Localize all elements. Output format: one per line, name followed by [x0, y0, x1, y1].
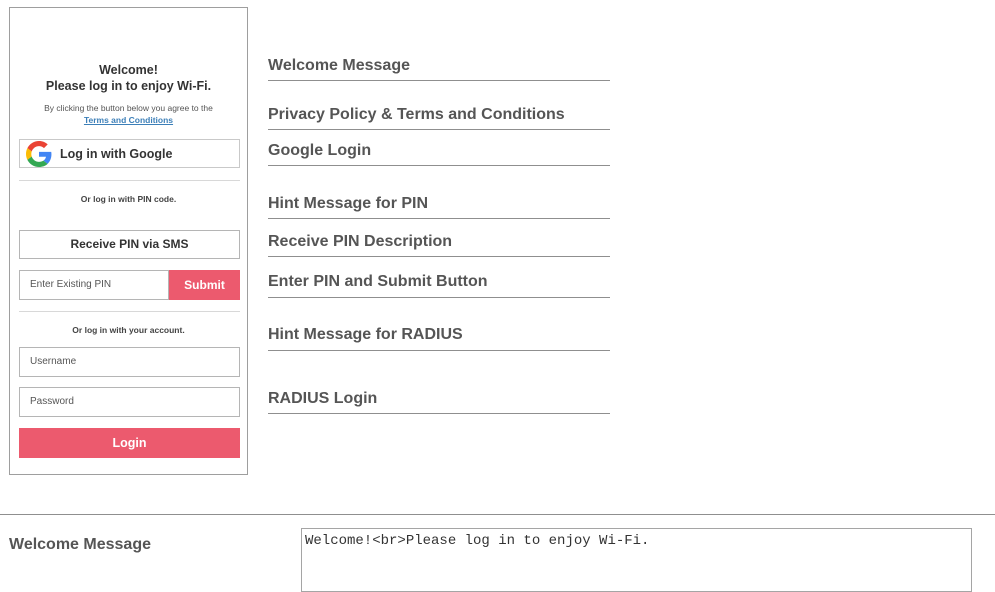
google-login-button[interactable]: Log in with Google: [19, 139, 240, 168]
welcome-line-1: Welcome!: [99, 63, 158, 77]
password-input[interactable]: Password: [19, 387, 240, 417]
section-divider: [0, 514, 995, 515]
pin-hint-message: Or log in with PIN code.: [80, 194, 177, 204]
callout-radius-login: RADIUS Login: [268, 390, 610, 414]
terms-link[interactable]: Terms and Conditions: [84, 115, 173, 125]
welcome-line-2: Please log in to enjoy Wi-Fi.: [45, 79, 212, 93]
welcome-message-textarea[interactable]: Welcome!<br>Please log in to enjoy Wi-Fi…: [301, 528, 972, 592]
welcome-message: Welcome! Please log in to enjoy Wi-Fi.: [10, 62, 247, 94]
login-button[interactable]: Login: [19, 428, 240, 458]
login-preview-panel: Welcome! Please log in to enjoy Wi-Fi. B…: [9, 7, 248, 475]
google-login-label: Log in with Google: [60, 146, 173, 161]
callout-radius-hint: Hint Message for RADIUS: [268, 326, 610, 351]
radius-hint-message: Or log in with your account.: [72, 325, 185, 335]
google-icon: [26, 140, 52, 167]
terms-notice: By clicking the button below you agree t…: [10, 102, 247, 126]
terms-agree-text: By clicking the button below you agree t…: [44, 103, 213, 113]
username-input[interactable]: Username: [19, 347, 240, 377]
callout-pin-hint: Hint Message for PIN: [268, 195, 610, 219]
callout-terms: Privacy Policy & Terms and Conditions: [268, 106, 610, 130]
callout-receive-pin: Receive PIN Description: [268, 233, 610, 257]
callout-enter-pin: Enter PIN and Submit Button: [268, 273, 610, 298]
pin-submit-button[interactable]: Submit: [169, 270, 240, 300]
divider: [19, 311, 240, 312]
receive-pin-sms-button[interactable]: Receive PIN via SMS: [19, 230, 240, 259]
callout-google-login: Google Login: [268, 142, 610, 166]
divider: [19, 180, 240, 181]
callout-welcome-message: Welcome Message: [268, 57, 610, 81]
welcome-message-label: Welcome Message: [9, 536, 151, 553]
existing-pin-input[interactable]: Enter Existing PIN: [19, 270, 169, 300]
